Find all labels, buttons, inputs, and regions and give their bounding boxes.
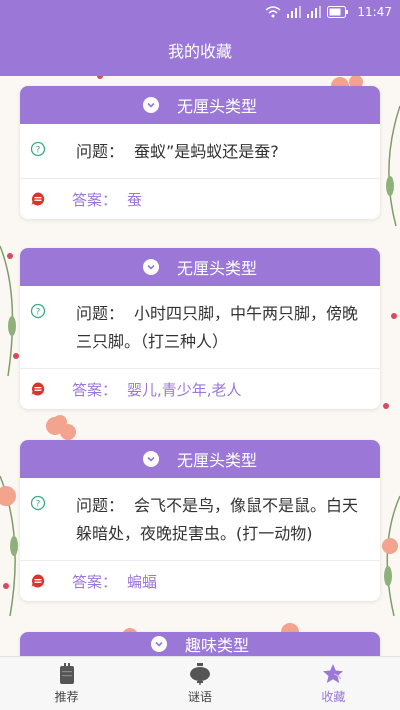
answer-icon bbox=[30, 573, 46, 593]
question-prefix: 问题： bbox=[76, 142, 125, 161]
question-row: ? 问题： 小时四只脚，中午两只脚，傍晚三只脚。（打三种人） bbox=[20, 286, 380, 369]
answer-row: 答案： 蝙蝠 bbox=[20, 561, 380, 601]
answer-row: 答案： 婴儿,青少年,老人 bbox=[20, 369, 380, 409]
answer-row: 答案： 蚕 bbox=[20, 179, 380, 219]
page-title: 我的收藏 bbox=[167, 42, 232, 61]
question-icon: ? bbox=[30, 300, 46, 328]
wifi-icon bbox=[265, 6, 281, 18]
answer-prefix: 答案： bbox=[72, 380, 118, 399]
signal-icon bbox=[287, 6, 302, 18]
answer-prefix: 答案： bbox=[72, 190, 118, 209]
answer-text: 蚕 bbox=[127, 190, 143, 209]
answer-icon bbox=[30, 191, 46, 211]
question-row: ? 问题： 会飞不是鸟，像鼠不是鼠。白天躲暗处，夜晚捉害虫。(打一动物) bbox=[20, 478, 380, 561]
category-label: 无厘头类型 bbox=[176, 97, 257, 116]
chevron-down-icon bbox=[142, 259, 159, 275]
svg-text:?: ? bbox=[36, 308, 41, 318]
question-prefix: 问题： bbox=[76, 304, 125, 323]
svg-text:?: ? bbox=[36, 146, 41, 156]
riddle-card[interactable]: 无厘头类型 ? 问题： 小时四只脚，中午两只脚，傍晚三只脚。（打三种人） 答案： 婴… bbox=[20, 248, 380, 409]
card-header[interactable]: 无厘头类型 bbox=[20, 248, 380, 286]
card-header[interactable]: 无厘头类型 bbox=[20, 440, 380, 478]
riddle-card[interactable]: 无厘头类型 ? 问题： 会飞不是鸟，像鼠不是鼠。白天躲暗处，夜晚捉害虫。(打一动物… bbox=[20, 440, 380, 601]
card-header[interactable]: 无厘头类型 bbox=[20, 86, 380, 124]
category-label: 无厘头类型 bbox=[176, 259, 257, 278]
question-row: ? 问题： 蚕蚁”是蚂蚁还是蚕? bbox=[20, 124, 380, 179]
chevron-down-icon bbox=[150, 636, 167, 652]
category-label: 无厘头类型 bbox=[176, 451, 257, 470]
category-label: 趣味类型 bbox=[184, 636, 249, 655]
nav-item-riddles[interactable]: 谜语 bbox=[133, 657, 266, 710]
question-text: 蚕蚁”是蚂蚁还是蚕? bbox=[134, 142, 279, 161]
riddle-card[interactable]: 无厘头类型 ? 问题： 蚕蚁”是蚂蚁还是蚕? 答案： 蚕 bbox=[20, 86, 380, 219]
book-icon bbox=[59, 662, 75, 686]
answer-prefix: 答案： bbox=[72, 572, 118, 591]
nav-item-recommend[interactable]: 推荐 bbox=[0, 657, 133, 710]
card-header[interactable]: 趣味类型 bbox=[20, 632, 380, 656]
answer-text: 婴儿,青少年,老人 bbox=[127, 380, 242, 399]
question-prefix: 问题： bbox=[76, 496, 125, 515]
star-icon bbox=[322, 662, 344, 686]
status-bar: 11:47 bbox=[0, 0, 400, 24]
nav-label: 谜语 bbox=[187, 690, 212, 704]
clock-time: 11:47 bbox=[357, 5, 392, 19]
question-icon: ? bbox=[30, 492, 46, 520]
bottom-nav: 推荐 谜语 收藏 bbox=[0, 656, 400, 710]
answer-text: 蝙蝠 bbox=[127, 572, 158, 591]
lantern-icon bbox=[189, 662, 211, 686]
question-icon: ? bbox=[30, 138, 46, 166]
battery-icon bbox=[327, 6, 349, 18]
nav-item-favorites[interactable]: 收藏 bbox=[267, 657, 400, 710]
riddle-card[interactable]: 趣味类型 bbox=[20, 632, 380, 656]
title-bar: 我的收藏 bbox=[0, 24, 400, 76]
nav-label: 收藏 bbox=[321, 690, 346, 704]
svg-text:?: ? bbox=[36, 500, 41, 510]
answer-icon bbox=[30, 381, 46, 401]
nav-label: 推荐 bbox=[54, 690, 79, 704]
signal-icon bbox=[307, 6, 322, 18]
chevron-down-icon bbox=[142, 451, 159, 467]
chevron-down-icon bbox=[142, 97, 159, 113]
